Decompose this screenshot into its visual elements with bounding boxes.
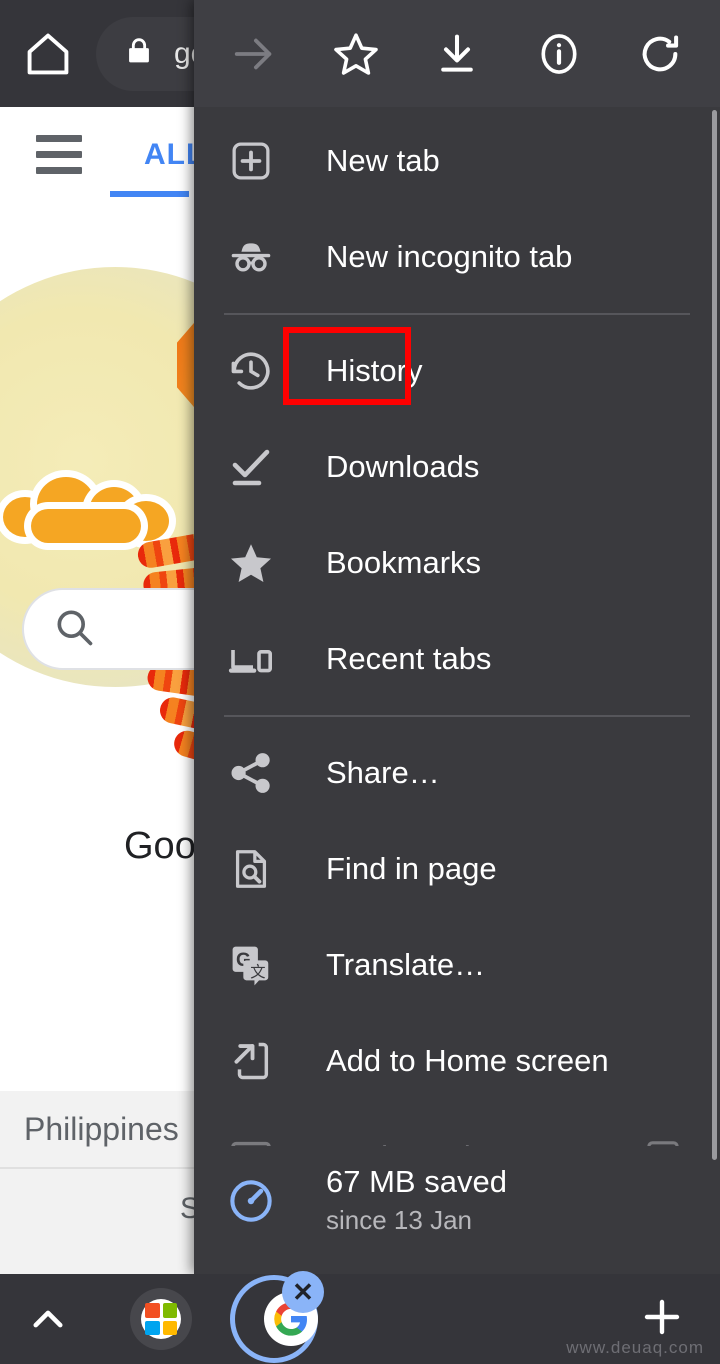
lock-icon: [122, 34, 156, 73]
menu-item-share[interactable]: Share…: [194, 725, 720, 821]
translate-icon: G 文: [224, 938, 278, 992]
menu-divider-2: [224, 715, 690, 717]
svg-text:文: 文: [250, 964, 265, 981]
menu-item-label: Translate…: [326, 947, 486, 982]
menu-item-label: Downloads: [326, 449, 480, 484]
incognito-icon: [224, 230, 278, 284]
region-label: Philippines: [24, 1110, 179, 1147]
menu-item-label: Find in page: [326, 851, 497, 886]
new-tab-icon: [224, 134, 278, 188]
menu-item-new-tab[interactable]: New tab: [194, 113, 720, 209]
menu-item-label: History: [326, 353, 423, 388]
tab-all-underline: [110, 191, 189, 197]
hamburger-menu-icon[interactable]: [36, 135, 82, 174]
menu-items-list: New tab New incognito tab History Downlo…: [194, 107, 720, 1205]
bookmarks-star-icon: [224, 536, 278, 590]
menu-item-recent-tabs[interactable]: Recent tabs: [194, 611, 720, 707]
share-icon: [224, 746, 278, 800]
find-in-page-icon: [224, 842, 278, 896]
chevron-up-icon[interactable]: [0, 1298, 96, 1340]
home-icon[interactable]: [0, 0, 96, 107]
menu-quick-actions: [194, 0, 720, 107]
close-tab-icon[interactable]: ✕: [282, 1271, 324, 1313]
menu-item-find-in-page[interactable]: Find in page: [194, 821, 720, 917]
speedometer-icon: [224, 1175, 278, 1227]
menu-item-label: Bookmarks: [326, 545, 482, 580]
menu-item-history[interactable]: History: [194, 323, 720, 419]
site-watermark: www.deuaq.com: [566, 1338, 704, 1357]
add-to-home-icon: [224, 1034, 278, 1088]
menu-item-label: Recent tabs: [326, 641, 492, 676]
browser-screen: ALL Googl Philippines S go New tab New i…: [0, 0, 720, 1364]
menu-item-translate[interactable]: G 文 Translate…: [194, 917, 720, 1013]
menu-item-new-incognito-tab[interactable]: New incognito tab: [194, 209, 720, 305]
google-tab[interactable]: ✕: [230, 1271, 324, 1363]
data-saver-title: 67 MB saved: [326, 1164, 507, 1200]
menu-item-downloads[interactable]: Downloads: [194, 419, 720, 515]
menu-item-bookmarks[interactable]: Bookmarks: [194, 515, 720, 611]
browser-main-menu: New tab New incognito tab History Downlo…: [194, 0, 720, 1274]
data-saver-row[interactable]: 67 MB saved since 13 Jan: [194, 1146, 720, 1256]
microsoft-tab[interactable]: [130, 1288, 192, 1350]
star-outline-icon[interactable]: [320, 18, 392, 90]
recent-tabs-icon: [224, 632, 278, 686]
microsoft-logo-icon: [141, 1299, 181, 1339]
menu-item-label: New tab: [326, 143, 440, 178]
menu-divider-1: [224, 313, 690, 315]
menu-item-label: Share…: [326, 755, 440, 790]
info-circle-icon[interactable]: [523, 18, 595, 90]
menu-item-label: New incognito tab: [326, 239, 573, 274]
reload-icon[interactable]: [624, 18, 696, 90]
menu-scrollbar[interactable]: [712, 110, 717, 1160]
download-icon[interactable]: [421, 18, 493, 90]
search-icon: [52, 605, 96, 654]
menu-item-label: Add to Home screen: [326, 1043, 609, 1078]
menu-item-add-to-home-screen[interactable]: Add to Home screen: [194, 1013, 720, 1109]
forward-arrow-icon[interactable]: [218, 18, 290, 90]
data-saver-subtitle: since 13 Jan: [326, 1204, 472, 1235]
history-icon: [224, 344, 278, 398]
downloads-icon: [224, 440, 278, 494]
